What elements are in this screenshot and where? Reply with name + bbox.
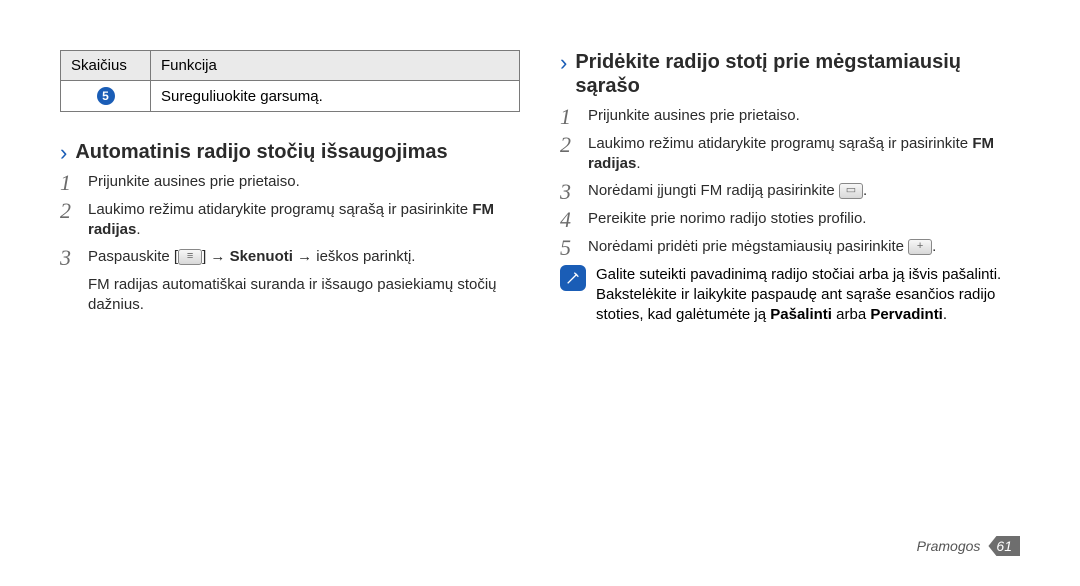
section-title-right: › Pridėkite radijo stotį prie mėgstamiau… — [560, 50, 1020, 98]
step-number: 4 — [560, 209, 578, 231]
table-header-row: Skaičius Funkcija — [61, 51, 520, 81]
scan-label: Skenuoti — [230, 248, 293, 265]
note-icon — [560, 265, 586, 291]
table-cell-number: 5 — [61, 81, 151, 112]
text-part: Paspauskite [ — [88, 248, 178, 265]
step-text: Norėdami įjungti FM radiją pasirinkite ▭… — [588, 181, 1020, 201]
step-text: Prijunkite ausines prie prietaiso. — [88, 172, 520, 192]
text-part: ] → — [202, 248, 230, 265]
step-text: Prijunkite ausines prie prietaiso. — [588, 106, 1020, 126]
text-part: Norėdami pridėti prie mėgstamiausių pasi… — [588, 238, 908, 255]
step-number: 1 — [560, 106, 578, 128]
note-text: Galite suteikti pavadinimą radijo stočia… — [596, 265, 1020, 326]
table-cell-function: Sureguliuokite garsumą. — [151, 81, 520, 112]
left-column: Skaičius Funkcija 5 Sureguliuokite garsu… — [60, 50, 520, 325]
function-table: Skaičius Funkcija 5 Sureguliuokite garsu… — [60, 50, 520, 112]
chevron-right-icon: › — [560, 52, 567, 74]
play-button-icon: ▭ — [839, 183, 863, 199]
step-number: 1 — [60, 172, 78, 194]
step-text: Paspauskite [≡] → Skenuoti → ieškos pari… — [88, 247, 520, 267]
step-text: Pereikite prie norimo radijo stoties pro… — [588, 209, 1020, 229]
rename-label: Pervadinti — [870, 306, 943, 323]
text-part: . — [136, 221, 140, 238]
text-part: . — [943, 306, 947, 323]
step-1-left: 1 Prijunkite ausines prie prietaiso. — [60, 172, 520, 194]
text-part: Norėdami įjungti FM radiją pasirinkite — [588, 182, 839, 199]
number-badge-5: 5 — [97, 87, 115, 105]
remove-label: Pašalinti — [770, 306, 832, 323]
heading-add-favorite: Pridėkite radijo stotį prie mėgstamiausi… — [575, 50, 1020, 98]
step-1-right: 1 Prijunkite ausines prie prietaiso. — [560, 106, 1020, 128]
chevron-right-icon: › — [60, 142, 67, 164]
text-part: arba — [832, 306, 870, 323]
heading-auto-save: Automatinis radijo stočių išsaugojimas — [75, 140, 447, 164]
step-3-left: 3 Paspauskite [≡] → Skenuoti → ieškos pa… — [60, 247, 520, 269]
step-text: Laukimo režimu atidarykite programų sąra… — [88, 200, 520, 241]
page-footer: Pramogos 61 — [917, 536, 1020, 556]
table-row: 5 Sureguliuokite garsumą. — [61, 81, 520, 112]
plus-icon: + — [908, 239, 932, 255]
text-part: . — [932, 238, 936, 255]
text-part: → ieškos parinktį. — [293, 248, 416, 265]
page-columns: Skaičius Funkcija 5 Sureguliuokite garsu… — [0, 0, 1080, 345]
table-header-number: Skaičius — [61, 51, 151, 81]
table-header-function: Funkcija — [151, 51, 520, 81]
text-part: Laukimo režimu atidarykite programų sąra… — [588, 135, 972, 152]
step-5-right: 5 Norėdami pridėti prie mėgstamiausių pa… — [560, 237, 1020, 259]
menu-icon: ≡ — [178, 249, 202, 265]
step-4-right: 4 Pereikite prie norimo radijo stoties p… — [560, 209, 1020, 231]
step-2-left: 2 Laukimo režimu atidarykite programų są… — [60, 200, 520, 241]
step-text: Laukimo režimu atidarykite programų sąra… — [588, 134, 1020, 175]
footer-section-label: Pramogos — [917, 538, 981, 554]
step-number: 2 — [560, 134, 578, 156]
text-part: . — [863, 182, 867, 199]
page-number-badge: 61 — [988, 536, 1020, 556]
step-number: 2 — [60, 200, 78, 222]
step-3-right: 3 Norėdami įjungti FM radiją pasirinkite… — [560, 181, 1020, 203]
step-number: 5 — [560, 237, 578, 259]
step-2-right: 2 Laukimo režimu atidarykite programų są… — [560, 134, 1020, 175]
note-box: Galite suteikti pavadinimą radijo stočia… — [560, 265, 1020, 326]
step-number: 3 — [560, 181, 578, 203]
step-3-sub: FM radijas automatiškai suranda ir išsau… — [88, 275, 520, 316]
right-column: › Pridėkite radijo stotį prie mėgstamiau… — [560, 50, 1020, 325]
step-number: 3 — [60, 247, 78, 269]
text-part: . — [636, 155, 640, 172]
text-part: Laukimo režimu atidarykite programų sąra… — [88, 201, 472, 218]
step-text: Norėdami pridėti prie mėgstamiausių pasi… — [588, 237, 1020, 257]
section-title-left: › Automatinis radijo stočių išsaugojimas — [60, 140, 520, 164]
